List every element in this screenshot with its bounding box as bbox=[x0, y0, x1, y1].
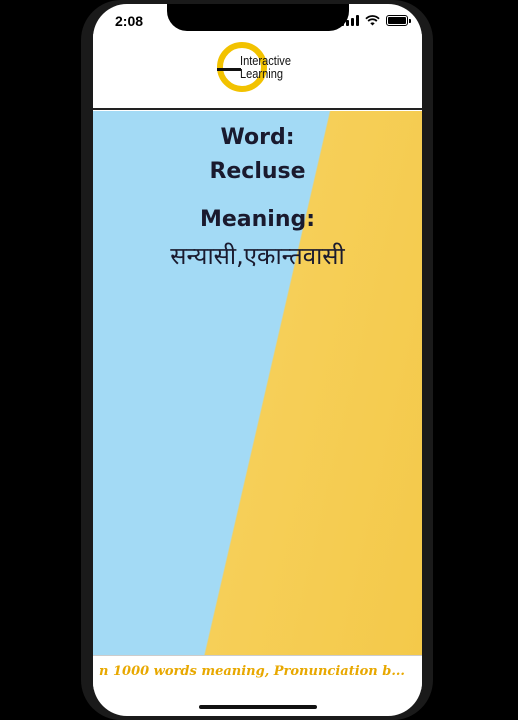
phone-frame: 2:08 Interactive Learning Word: Recluse … bbox=[81, 0, 433, 720]
footer-marquee-text: n 1000 words meaning, Pronunciation b... bbox=[99, 664, 405, 679]
meaning-value: सन्यासी,एकान्तवासी bbox=[170, 242, 345, 270]
logo-text: Interactive Learning bbox=[240, 54, 291, 80]
notch bbox=[167, 4, 349, 31]
meaning-label: Meaning: bbox=[199, 207, 316, 232]
footer-banner[interactable]: n 1000 words meaning, Pronunciation b... bbox=[93, 655, 422, 690]
app-header: Interactive Learning bbox=[93, 34, 422, 110]
battery-icon bbox=[386, 15, 411, 26]
word-card: Word: Recluse Meaning: सन्यासी,एकान्तवास… bbox=[93, 111, 422, 655]
logo-line bbox=[217, 68, 241, 71]
status-time: 2:08 bbox=[115, 13, 144, 29]
word-label: Word: bbox=[220, 125, 295, 150]
interactive-learning-logo: Interactive Learning bbox=[217, 42, 313, 98]
word-value: Recluse bbox=[209, 159, 306, 184]
wifi-icon bbox=[365, 15, 380, 26]
logo-line2: Learning bbox=[240, 66, 284, 81]
home-indicator[interactable] bbox=[199, 705, 317, 709]
phone-screen: 2:08 Interactive Learning Word: Recluse … bbox=[93, 4, 422, 716]
status-icons bbox=[341, 15, 411, 26]
